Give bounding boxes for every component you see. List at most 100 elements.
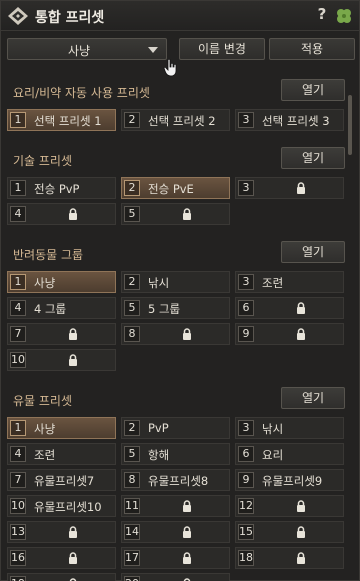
slot-number: 1 xyxy=(10,274,26,290)
slot-number: 6 xyxy=(238,300,254,316)
slot-number: 5 xyxy=(124,206,140,222)
locked-preset-slot[interactable]: 8 xyxy=(121,323,230,345)
chevron-down-icon xyxy=(148,47,158,53)
locked-preset-slot[interactable]: 16 xyxy=(7,547,116,569)
clover-icon[interactable] xyxy=(335,7,353,25)
slot-label: 5 그룹 xyxy=(148,302,181,316)
integrated-preset-window: 통합 프리셋 ? 사냥 이름 변경 적용 요리/비약 자동 사용 프리셋 열기 1 선… xyxy=(0,0,360,581)
open-button[interactable]: 열기 xyxy=(281,241,345,263)
preset-dropdown-value: 사냥 xyxy=(67,44,91,58)
slot-label: 사냥 xyxy=(34,276,56,290)
slot-number: 11 xyxy=(124,498,140,514)
slot-label: 유물프리셋7 xyxy=(34,474,95,488)
slot-number: 2 xyxy=(124,420,140,436)
slot-number: 7 xyxy=(10,326,26,342)
scrollbar-thumb[interactable] xyxy=(348,95,352,155)
slot-number: 3 xyxy=(238,274,254,290)
preset-toolbar: 사냥 이름 변경 적용 xyxy=(1,34,359,64)
preset-list[interactable]: 요리/비약 자동 사용 프리셋 열기 1 선택 프리셋 1 2 선택 프리셋 2 3 선택 프… xyxy=(1,71,359,581)
open-button[interactable]: 열기 xyxy=(281,79,345,101)
slot-number: 6 xyxy=(238,446,254,462)
preset-slot[interactable]: 2 PvP xyxy=(121,417,230,439)
section-title: 요리/비약 자동 사용 프리셋 xyxy=(13,86,150,100)
locked-preset-slot[interactable]: 9 xyxy=(235,323,344,345)
locked-preset-slot[interactable]: 3 xyxy=(235,177,344,199)
slot-label: 낚시 xyxy=(148,276,170,290)
slot-label: 요리 xyxy=(262,448,284,462)
preset-slot[interactable]: 4 조련 xyxy=(7,443,116,465)
locked-preset-slot[interactable]: 11 xyxy=(121,495,230,517)
slot-label: 전승 PvE xyxy=(148,182,194,196)
slot-number: 12 xyxy=(238,498,254,514)
slot-number: 9 xyxy=(238,326,254,342)
locked-preset-slot[interactable]: 5 xyxy=(121,203,230,225)
preset-slot[interactable]: 5 5 그룹 xyxy=(121,297,230,319)
preset-slot[interactable]: 1 사냥 xyxy=(7,417,116,439)
locked-preset-slot[interactable]: 15 xyxy=(235,521,344,543)
locked-preset-slot[interactable]: 10 xyxy=(7,349,116,371)
preset-slot[interactable]: 8 유물프리셋8 xyxy=(121,469,230,491)
locked-preset-slot[interactable]: 13 xyxy=(7,521,116,543)
preset-slot[interactable]: 4 4 그룹 xyxy=(7,297,116,319)
preset-slot[interactable]: 5 항해 xyxy=(121,443,230,465)
slot-number: 1 xyxy=(10,112,26,128)
slot-label: 유물프리셋8 xyxy=(148,474,209,488)
preset-slot[interactable]: 2 전승 PvE xyxy=(121,177,230,199)
slot-number: 18 xyxy=(238,550,254,566)
title-bar[interactable]: 통합 프리셋 ? xyxy=(1,1,359,31)
slot-label: 사냥 xyxy=(34,422,56,436)
locked-preset-slot[interactable]: 6 xyxy=(235,297,344,319)
slot-number: 3 xyxy=(238,180,254,196)
preset-slot[interactable]: 10 유물프리셋10 xyxy=(7,495,116,517)
locked-preset-slot[interactable]: 17 xyxy=(121,547,230,569)
locked-preset-slot[interactable]: 19 xyxy=(7,573,116,581)
preset-slot[interactable]: 6 요리 xyxy=(235,443,344,465)
slot-number: 20 xyxy=(124,576,140,581)
slot-number: 16 xyxy=(10,550,26,566)
section-header: 반려동물 그룹 열기 xyxy=(1,239,359,267)
slot-number: 5 xyxy=(124,446,140,462)
slot-number: 15 xyxy=(238,524,254,540)
section-header: 기술 프리셋 열기 xyxy=(1,145,359,173)
slot-number: 5 xyxy=(124,300,140,316)
section-title: 유물 프리셋 xyxy=(13,394,73,408)
preset-dropdown[interactable]: 사냥 xyxy=(7,38,167,60)
slot-label: 조련 xyxy=(262,276,284,290)
help-button[interactable]: ? xyxy=(313,5,331,25)
slot-number: 10 xyxy=(10,498,26,514)
section-header: 유물 프리셋 열기 xyxy=(1,385,359,413)
preset-slot[interactable]: 3 낚시 xyxy=(235,417,344,439)
slot-number: 10 xyxy=(10,352,26,368)
locked-preset-slot[interactable]: 20 xyxy=(121,573,230,581)
locked-preset-slot[interactable]: 14 xyxy=(121,521,230,543)
slot-label: 전승 PvP xyxy=(34,182,80,196)
section-title: 반려동물 그룹 xyxy=(13,248,84,262)
slot-number: 4 xyxy=(10,446,26,462)
slot-number: 4 xyxy=(10,300,26,316)
preset-logo-icon xyxy=(8,7,28,25)
slot-number: 17 xyxy=(124,550,140,566)
preset-slot[interactable]: 2 선택 프리셋 2 xyxy=(121,109,230,131)
preset-slot[interactable]: 2 낚시 xyxy=(121,271,230,293)
locked-preset-slot[interactable]: 4 xyxy=(7,203,116,225)
slot-number: 13 xyxy=(10,524,26,540)
apply-button[interactable]: 적용 xyxy=(269,38,355,60)
open-button[interactable]: 열기 xyxy=(281,147,345,169)
locked-preset-slot[interactable]: 7 xyxy=(7,323,116,345)
preset-slot[interactable]: 1 사냥 xyxy=(7,271,116,293)
slot-number: 4 xyxy=(10,206,26,222)
preset-slot[interactable]: 7 유물프리셋7 xyxy=(7,469,116,491)
preset-slot[interactable]: 3 선택 프리셋 3 xyxy=(235,109,344,131)
window-title: 통합 프리셋 xyxy=(35,10,105,26)
slot-number: 3 xyxy=(238,112,254,128)
locked-preset-slot[interactable]: 18 xyxy=(235,547,344,569)
slot-label: 조련 xyxy=(34,448,56,462)
slot-number: 8 xyxy=(124,326,140,342)
preset-slot[interactable]: 1 선택 프리셋 1 xyxy=(7,109,116,131)
preset-slot[interactable]: 3 조련 xyxy=(235,271,344,293)
preset-slot[interactable]: 9 유물프리셋9 xyxy=(235,469,344,491)
rename-button[interactable]: 이름 변경 xyxy=(179,38,265,60)
preset-slot[interactable]: 1 전승 PvP xyxy=(7,177,116,199)
locked-preset-slot[interactable]: 12 xyxy=(235,495,344,517)
open-button[interactable]: 열기 xyxy=(281,387,345,409)
